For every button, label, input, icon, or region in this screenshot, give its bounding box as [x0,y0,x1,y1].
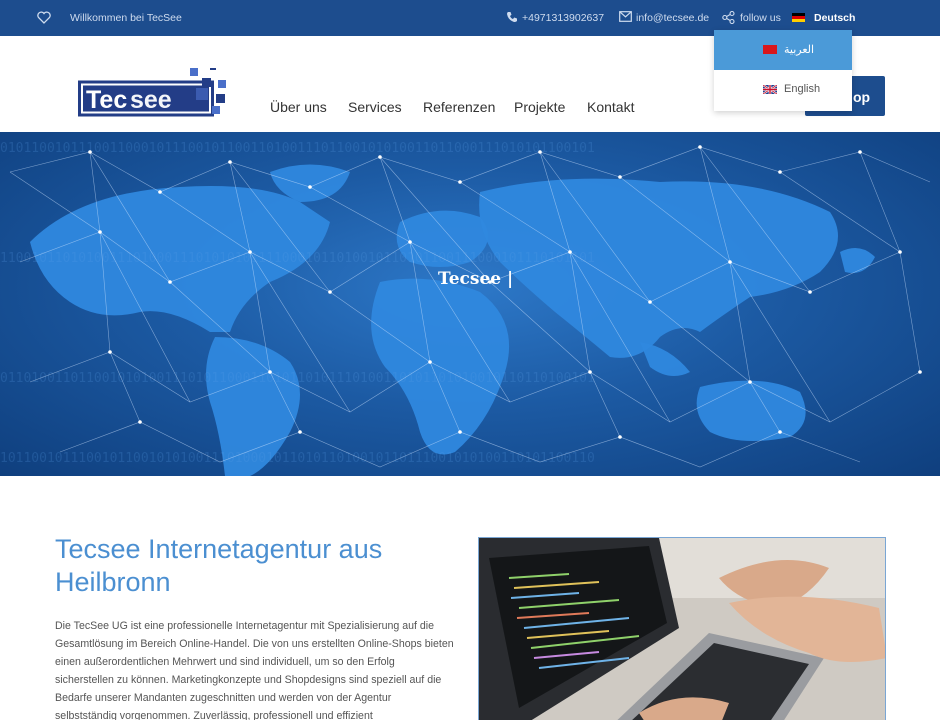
svg-text:011010011011001010100111010110: 0110100110110010101001110101100011010110… [0,371,595,386]
laptop-coding-photo [478,537,886,720]
language-option-arabic[interactable]: العربية [714,30,852,70]
svg-text:101100101110010110010101001110: 1011001011100101100101010011101000101101… [0,451,595,466]
heart-icon [37,11,51,24]
language-dropdown: العربية English [714,30,852,111]
nav-projekte[interactable]: Projekte [514,99,565,115]
phone-link[interactable]: +4971313902637 [522,12,604,24]
page-headline: Tecsee Internetagentur aus Heilbronn [55,534,383,597]
laptop-photo-illustration [479,538,885,720]
language-option-label: العربية [784,44,815,56]
nav-kontakt[interactable]: Kontakt [587,99,634,115]
arabic-flag-icon [763,45,777,54]
share-icon [722,11,735,24]
language-option-label: English [784,83,821,95]
shop-button-label: op [853,89,871,105]
world-network-map: 0101100101110011000101110010110011010011… [0,141,931,476]
intro-paragraph: Die TecSee UG ist eine professionelle In… [55,620,454,720]
phone-icon [507,12,517,23]
nav-ueber-uns[interactable]: Über uns [270,99,327,115]
svg-text:110010110101001110100011101010: 1100101101010011101000111010101011110001… [0,251,595,266]
uk-flag-icon [763,85,777,94]
svg-text:see: see [130,86,172,114]
german-flag-icon [792,13,805,22]
nav-services[interactable]: Services [348,99,402,115]
language-switcher[interactable]: Deutsch [814,12,855,24]
email-link[interactable]: info@tecsee.de [636,12,709,24]
language-option-english[interactable]: English [714,70,852,110]
svg-text:010110010111001100010111001011: 0101100101110011000101110010110011010011… [0,141,595,156]
svg-text:Tec: Tec [86,86,127,114]
follow-us-link[interactable]: follow us [740,12,781,24]
mail-icon [619,11,632,22]
hero-title: Tecsee | [438,269,514,289]
nav-referenzen[interactable]: Referenzen [423,99,495,115]
tecsee-logo[interactable]: Tec see [78,68,230,118]
welcome-text: Willkommen bei TecSee [70,12,182,24]
hero-banner: 0101100101110011000101110010110011010011… [0,132,940,476]
